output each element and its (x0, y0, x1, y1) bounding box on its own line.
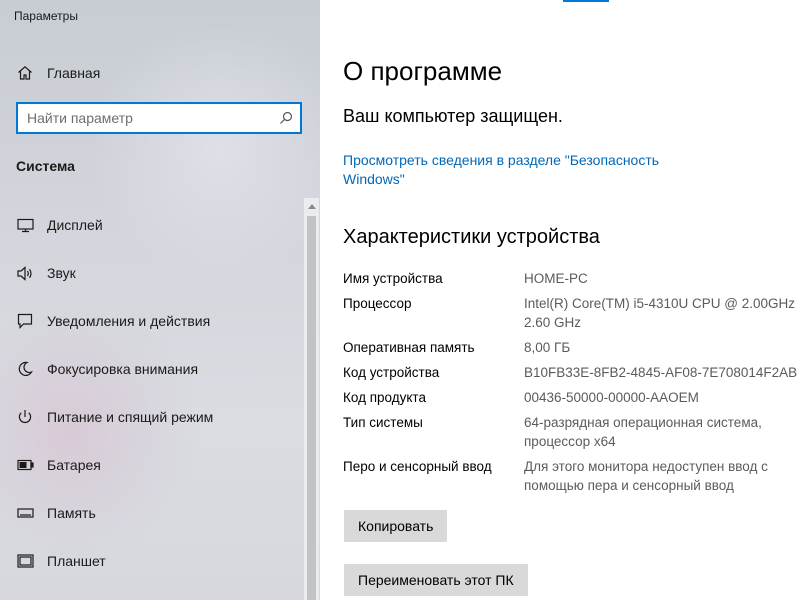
notification-icon (16, 312, 34, 330)
sidebar-item-power-sleep[interactable]: Питание и спящий режим (0, 393, 304, 441)
spec-value: Для этого монитора недоступен ввод с пом… (524, 459, 768, 493)
sidebar-item-label: Планшет (47, 553, 106, 569)
sidebar-item-storage[interactable]: Память (0, 489, 304, 537)
device-specs-table: Имя устройства HOME-PC Процессор Intel(R… (343, 269, 798, 501)
sidebar-item-label: Фокусировка внимания (47, 361, 199, 377)
power-icon (16, 408, 34, 426)
spec-key: Код продукта (343, 390, 426, 405)
sidebar-item-label: Уведомления и действия (47, 313, 211, 329)
page-title: О программе (343, 56, 503, 86)
spec-row-ram: Оперативная память 8,00 ГБ (343, 338, 798, 357)
search-input[interactable] (18, 105, 272, 131)
main-content: О программе Ваш компьютер защищен. Просм… (320, 0, 800, 600)
accent-indicator (563, 0, 609, 2)
sidebar-section-title: Система (16, 158, 75, 174)
spec-value: Intel(R) Core(TM) i5-4310U CPU @ 2.00GHz… (524, 296, 796, 330)
sidebar-item-tablet[interactable]: Планшет (0, 537, 304, 585)
spec-row-system-type: Тип системы 64-разрядная операционная си… (343, 413, 798, 451)
spec-key: Перо и сенсорный ввод (343, 459, 492, 474)
sidebar-nav: Дисплей Звук Уведомления и действия Фоку… (0, 201, 304, 585)
spec-value: 8,00 ГБ (524, 340, 571, 355)
sidebar-item-notifications[interactable]: Уведомления и действия (0, 297, 304, 345)
search-box (16, 102, 302, 134)
spec-key: Тип системы (343, 415, 423, 430)
spec-value: B10FB33E-8FB2-4845-AF08-7E708014F2AB (524, 365, 798, 380)
tablet-icon (16, 552, 34, 570)
sidebar-item-label: Дисплей (47, 217, 103, 233)
scroll-up-arrow-icon[interactable] (304, 198, 319, 214)
moon-icon (16, 360, 34, 378)
sidebar-item-battery[interactable]: Батарея (0, 441, 304, 489)
settings-sidebar: Параметры Главная Система (0, 0, 320, 600)
spec-value: 00436-50000-00000-AAOEM (524, 390, 699, 405)
home-icon (16, 64, 34, 82)
security-details-link[interactable]: Просмотреть сведения в разделе "Безопасн… (343, 151, 673, 189)
spec-row-device-name: Имя устройства HOME-PC (343, 269, 798, 288)
device-specs-heading: Характеристики устройства (343, 226, 600, 248)
window-title: Параметры (14, 9, 78, 23)
sidebar-item-label: Звук (47, 265, 76, 281)
sidebar-home-label: Главная (47, 65, 101, 81)
sidebar-item-label: Питание и спящий режим (47, 409, 214, 425)
spec-row-processor: Процессор Intel(R) Core(TM) i5-4310U CPU… (343, 294, 798, 332)
search-icon[interactable] (272, 104, 300, 132)
spec-key: Имя устройства (343, 271, 443, 286)
spec-row-device-id: Код устройства B10FB33E-8FB2-4845-AF08-7… (343, 363, 798, 382)
spec-value: HOME-PC (524, 271, 588, 286)
speaker-icon (16, 264, 34, 282)
spec-key: Оперативная память (343, 340, 475, 355)
spec-value: 64-разрядная операционная система, проце… (524, 415, 762, 449)
protection-status: Ваш компьютер защищен. (343, 106, 563, 126)
rename-pc-button[interactable]: Переименовать этот ПК (344, 564, 528, 596)
spec-row-product-id: Код продукта 00436-50000-00000-AAOEM (343, 388, 798, 407)
monitor-icon (16, 216, 34, 234)
spec-key: Код устройства (343, 365, 440, 380)
sidebar-item-focus-assist[interactable]: Фокусировка внимания (0, 345, 304, 393)
sidebar-scrollbar[interactable] (304, 198, 319, 600)
spec-row-pen-touch: Перо и сенсорный ввод Для этого монитора… (343, 457, 798, 495)
storage-icon (16, 504, 34, 522)
scrollbar-thumb[interactable] (307, 216, 316, 600)
spec-key: Процессор (343, 296, 412, 311)
sidebar-item-display[interactable]: Дисплей (0, 201, 304, 249)
sidebar-item-sound[interactable]: Звук (0, 249, 304, 297)
battery-icon (16, 456, 34, 474)
sidebar-item-label: Память (47, 505, 96, 521)
copy-button[interactable]: Копировать (344, 510, 448, 542)
sidebar-item-label: Батарея (47, 457, 101, 473)
sidebar-home-link[interactable]: Главная (0, 57, 304, 89)
